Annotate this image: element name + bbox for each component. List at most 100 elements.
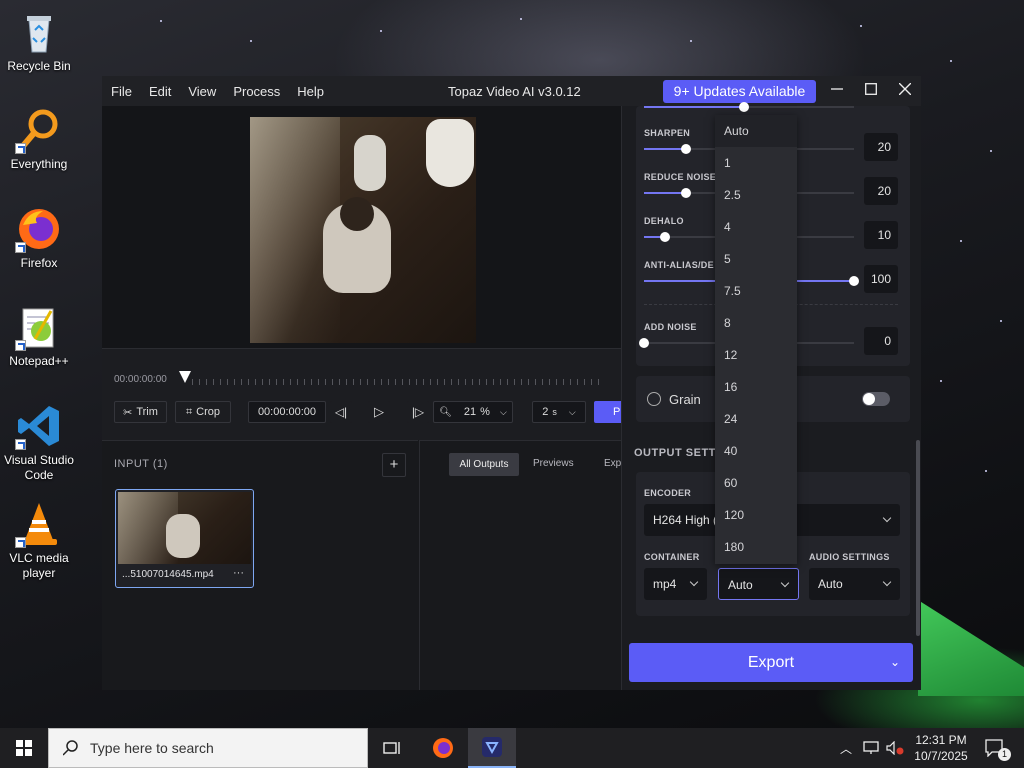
slider-handle[interactable] — [639, 338, 649, 348]
trim-button[interactable]: ✂ Trim — [114, 401, 167, 423]
desktop-icon-everything[interactable]: Everything — [4, 106, 74, 172]
volume-tray-button[interactable] — [884, 728, 906, 768]
chevron-up-icon: ︿ — [839, 741, 852, 756]
dropdown-option[interactable]: 120 — [715, 499, 797, 531]
minimize-button[interactable] — [820, 76, 854, 106]
maximize-button[interactable] — [854, 76, 888, 106]
bitrate-dropdown-list: Auto 1 2.5 4 5 7.5 8 12 16 24 40 60 120 180 — [715, 115, 797, 564]
bitrate-select[interactable]: Auto — [718, 568, 799, 600]
vlc-icon — [15, 500, 63, 548]
close-button[interactable] — [888, 76, 922, 106]
timeline-panel: 00:00:00:00 ✂ Trim ⌗ Crop 00:00:00:00 ◁|… — [102, 348, 621, 440]
audio-settings-select[interactable]: Auto — [809, 568, 900, 600]
video-frame — [250, 117, 476, 343]
notification-center-button[interactable]: 1 — [978, 728, 1012, 768]
chevron-down-icon: ⌵ — [499, 406, 507, 417]
network-tray-button[interactable] — [860, 728, 882, 768]
current-timecode-field[interactable]: 00:00:00:00 — [248, 401, 326, 423]
zoom-select[interactable]: 🔍︎ 21 % ⌵ — [433, 401, 513, 423]
desktop-icon-vlc[interactable]: VLC media player — [4, 500, 74, 581]
desktop-icon-label: Notepad++ — [9, 354, 69, 368]
dropdown-option[interactable]: Auto — [715, 115, 797, 147]
title-bar: File Edit View Process Help Topaz Video … — [102, 76, 921, 106]
slider-value-field[interactable]: 20 — [864, 133, 898, 161]
menu-help[interactable]: Help — [297, 84, 331, 99]
slider-value-field[interactable]: 100 — [864, 265, 898, 293]
step-forward-button[interactable]: |▷ — [407, 401, 429, 423]
step-forward-icon: |▷ — [411, 405, 425, 419]
dropdown-option[interactable]: 2.5 — [715, 179, 797, 211]
dropdown-option[interactable]: 8 — [715, 307, 797, 339]
tray-overflow-button[interactable]: ︿ — [836, 728, 856, 768]
dropdown-option[interactable]: 24 — [715, 403, 797, 435]
chevron-down-icon — [689, 577, 699, 587]
container-select[interactable]: mp4 — [644, 568, 707, 600]
shortcut-arrow-icon — [15, 340, 26, 351]
dropdown-option[interactable]: 16 — [715, 371, 797, 403]
add-input-button[interactable]: + — [382, 453, 406, 477]
slider-value-field[interactable]: 0 — [864, 327, 898, 355]
task-view-button[interactable] — [372, 728, 412, 768]
grain-toggle[interactable] — [862, 392, 890, 406]
crop-icon: ⌗ — [185, 405, 193, 418]
slider-label: DEHALO — [644, 216, 684, 226]
preview-duration-select[interactable]: 2 s ⌵ — [532, 401, 586, 423]
menu-view[interactable]: View — [188, 84, 223, 99]
window-title: Topaz Video AI v3.0.12 — [448, 84, 581, 99]
dropdown-option[interactable]: 40 — [715, 435, 797, 467]
input-panel-title: INPUT (1) — [114, 458, 168, 470]
play-button[interactable]: ▷ — [368, 401, 390, 423]
settings-scrollbar[interactable] — [916, 440, 920, 636]
timeline-ruler[interactable] — [192, 379, 600, 385]
wallpaper-tent — [918, 600, 1024, 696]
menu-edit[interactable]: Edit — [149, 84, 178, 99]
slider-value-field[interactable]: 20 — [864, 177, 898, 205]
dropdown-option[interactable]: 7.5 — [715, 275, 797, 307]
chevron-down-icon[interactable]: ⌄ — [890, 643, 900, 682]
file-more-options-icon[interactable]: ··· — [233, 567, 244, 579]
notification-count: 1 — [998, 748, 1011, 761]
slider-handle[interactable] — [681, 144, 691, 154]
step-back-button[interactable]: ◁| — [330, 401, 352, 423]
network-icon — [863, 741, 879, 754]
slider-handle[interactable] — [681, 188, 691, 198]
menu-file[interactable]: File — [111, 84, 139, 99]
play-icon: ▷ — [374, 404, 384, 419]
taskbar-firefox-button[interactable] — [422, 728, 464, 768]
updates-available-button[interactable]: 9+ Updates Available — [663, 80, 816, 103]
upper-slider-track[interactable] — [644, 102, 854, 112]
taskbar-search-box[interactable]: Type here to search — [48, 728, 368, 768]
playhead-handle[interactable] — [179, 371, 191, 383]
tab-all-outputs[interactable]: All Outputs — [449, 453, 519, 476]
tab-previews[interactable]: Previews — [533, 458, 574, 469]
desktop-icon-recycle-bin[interactable]: Recycle Bin — [4, 8, 74, 74]
menu-process[interactable]: Process — [233, 84, 287, 99]
clock-date: 10/7/2025 — [914, 749, 968, 763]
crop-button[interactable]: ⌗ Crop — [175, 401, 231, 423]
desktop-icon-label: Recycle Bin — [7, 59, 71, 73]
input-file-card[interactable]: ...51007014645.mp4 ··· — [115, 489, 254, 588]
input-file-name: ...51007014645.mp4 — [122, 569, 214, 580]
dropdown-option[interactable]: 12 — [715, 339, 797, 371]
start-button[interactable] — [0, 728, 48, 768]
desktop-icon-notepad-plus-plus[interactable]: Notepad++ — [4, 303, 74, 369]
slider-handle[interactable] — [660, 232, 670, 242]
dropdown-option[interactable]: 1 — [715, 147, 797, 179]
dropdown-option[interactable]: 5 — [715, 243, 797, 275]
taskbar-clock[interactable]: 12:31 PM 10/7/2025 — [908, 728, 974, 768]
desktop-icon-vscode[interactable]: Visual Studio Code — [4, 402, 74, 483]
outputs-panel: All Outputs Previews Exports — [419, 440, 638, 690]
dropdown-option[interactable]: 60 — [715, 467, 797, 499]
dropdown-option[interactable]: 4 — [715, 211, 797, 243]
desktop-icon-firefox[interactable]: Firefox — [4, 205, 74, 271]
video-preview-area[interactable] — [102, 106, 621, 348]
grain-radio[interactable] — [647, 392, 661, 406]
taskbar: Type here to search ︿ 12:31 PM 10/7/2025… — [0, 728, 1024, 768]
taskbar-topaz-button[interactable] — [468, 728, 516, 768]
slider-value-field[interactable]: 10 — [864, 221, 898, 249]
dropdown-option[interactable]: 180 — [715, 531, 797, 563]
preview-button[interactable]: Previ — [594, 401, 621, 423]
export-button[interactable]: Export ⌄ — [629, 643, 913, 682]
slider-handle[interactable] — [849, 276, 859, 286]
audio-settings-label: AUDIO SETTINGS — [809, 552, 890, 562]
